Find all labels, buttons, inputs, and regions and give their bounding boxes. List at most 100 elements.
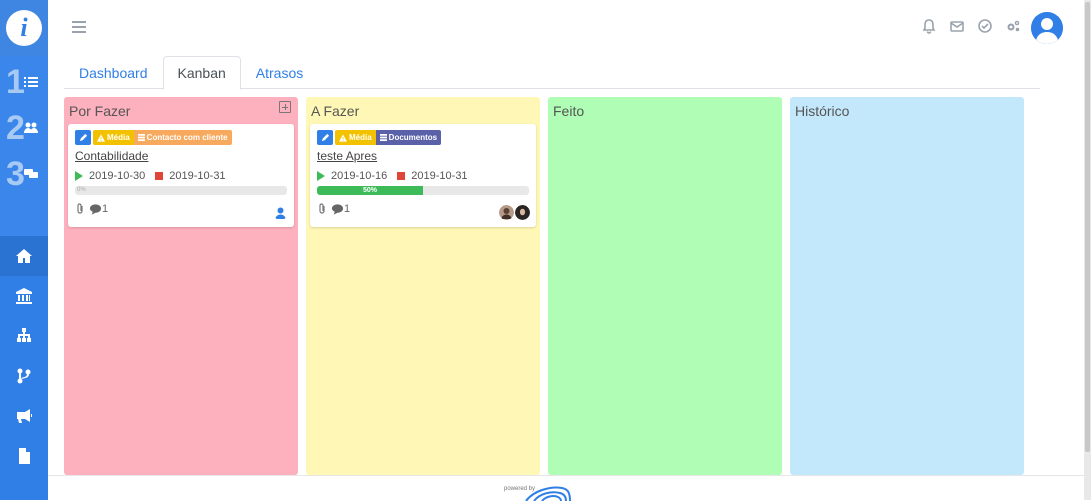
nav-megaphone[interactable] (0, 396, 48, 436)
column-title: Histórico (795, 103, 850, 119)
comment-count: 1 (102, 203, 109, 215)
step-number: 3 (6, 155, 25, 193)
person-photo-icon (515, 205, 530, 220)
progress-fill: 50% (317, 186, 423, 195)
view-tabs: Dashboard Kanban Atrasos (64, 56, 1040, 90)
comment-count: 1 (344, 203, 351, 215)
hamburger-menu-icon[interactable] (72, 21, 86, 33)
page-scrollbar[interactable] (1084, 0, 1091, 500)
assignee-avatar[interactable] (515, 205, 530, 220)
tab-atrasos[interactable]: Atrasos (241, 56, 318, 90)
column-title: A Fazer (311, 103, 360, 119)
file-icon (19, 448, 30, 464)
end-date: 2019-10-31 (411, 170, 468, 182)
step-3[interactable]: 3 (6, 152, 42, 196)
chat-icon (24, 169, 38, 178)
end-icon (397, 172, 406, 180)
nav-branch[interactable] (0, 356, 48, 396)
megaphone-icon (17, 409, 32, 423)
mail-icon[interactable] (949, 18, 965, 34)
priority-badge: Média (335, 130, 376, 145)
card-title-link[interactable]: Contabilidade (75, 149, 288, 166)
user-icon (1031, 12, 1063, 44)
column-historico: Histórico (790, 97, 1024, 475)
step-1[interactable]: 1 (6, 60, 42, 104)
end-icon (155, 172, 164, 180)
task-card[interactable]: Média Contacto com cliente Contabilidade… (68, 124, 294, 227)
comment-icon[interactable] (331, 203, 344, 215)
comment-icon[interactable] (89, 203, 102, 215)
step-2[interactable]: 2 (6, 106, 42, 150)
step-number: 1 (6, 63, 25, 101)
app-logo[interactable]: i (0, 0, 48, 56)
priority-label: Média (107, 133, 130, 142)
nav-sitemap[interactable] (0, 316, 48, 356)
bell-icon[interactable] (921, 18, 937, 34)
list-icon (24, 77, 38, 87)
branch-icon (17, 368, 31, 384)
card-dates: 2019-10-16 2019-10-31 (317, 169, 530, 183)
person-photo-icon (499, 205, 514, 220)
card-badges: Média Contacto com cliente (75, 130, 288, 145)
card-assignees (273, 205, 288, 220)
card-assignees (499, 205, 530, 220)
start-icon (75, 171, 83, 181)
paperclip-icon[interactable] (75, 203, 86, 215)
user-icon (273, 205, 288, 220)
column-a-fazer: A Fazer Média Documentos teste Apres 201… (306, 97, 540, 475)
assignee-avatar[interactable] (273, 205, 288, 220)
start-date: 2019-10-16 (331, 170, 388, 182)
nav-menu (0, 236, 48, 476)
card-dates: 2019-10-30 2019-10-31 (75, 169, 288, 183)
gears-icon[interactable] (1005, 18, 1021, 34)
priority-badge: Média (93, 130, 134, 145)
users-icon (24, 122, 38, 133)
nav-home[interactable] (0, 236, 48, 276)
start-icon (317, 171, 325, 181)
edit-icon[interactable] (75, 130, 91, 145)
scrollbar-thumb[interactable] (1085, 2, 1090, 452)
category-label: Contacto com cliente (146, 133, 228, 142)
list-icon (137, 134, 145, 141)
top-bar (48, 0, 1091, 56)
steps-panel: 1 2 3 (0, 56, 48, 236)
warning-icon (339, 133, 347, 142)
start-date: 2019-10-30 (89, 170, 146, 182)
home-icon (16, 249, 32, 263)
column-por-fazer: Por Fazer Média Contacto com cliente Con… (64, 97, 298, 475)
assignee-avatar[interactable] (499, 205, 514, 220)
list-icon (379, 134, 387, 141)
bank-icon (16, 288, 32, 304)
top-icons (921, 18, 1021, 34)
progress-bar: 0% (75, 186, 287, 195)
step-number: 2 (6, 109, 25, 147)
category-badge: Contacto com cliente (133, 130, 232, 145)
end-date: 2019-10-31 (169, 170, 226, 182)
task-card[interactable]: Média Documentos teste Apres 2019-10-16 … (310, 124, 536, 227)
paperclip-icon[interactable] (317, 203, 328, 215)
column-feito: Feito (548, 97, 782, 475)
add-card-icon[interactable] (279, 101, 291, 113)
card-meta: 1 (75, 201, 288, 217)
sitemap-icon (17, 328, 31, 342)
progress-bar: 50% (317, 186, 529, 195)
tab-dashboard[interactable]: Dashboard (64, 56, 163, 90)
edit-icon[interactable] (317, 130, 333, 145)
check-circle-icon[interactable] (977, 18, 993, 34)
kanban-board: Por Fazer Média Contacto com cliente Con… (64, 97, 1024, 475)
category-label: Documentos (388, 133, 438, 142)
column-title: Feito (553, 103, 585, 119)
warning-icon (97, 133, 105, 142)
nav-bank[interactable] (0, 276, 48, 316)
column-title: Por Fazer (69, 103, 131, 119)
user-avatar[interactable] (1031, 12, 1063, 44)
progress-label: 0% (77, 187, 86, 193)
logo-letter: i (6, 10, 42, 46)
priority-label: Média (349, 133, 372, 142)
nav-file[interactable] (0, 436, 48, 476)
tab-kanban[interactable]: Kanban (162, 56, 241, 90)
footer: powered by (48, 475, 1084, 501)
brand-logo-icon (525, 486, 571, 501)
card-title-link[interactable]: teste Apres (317, 149, 530, 166)
sidebar: i 1 2 3 (0, 0, 48, 500)
